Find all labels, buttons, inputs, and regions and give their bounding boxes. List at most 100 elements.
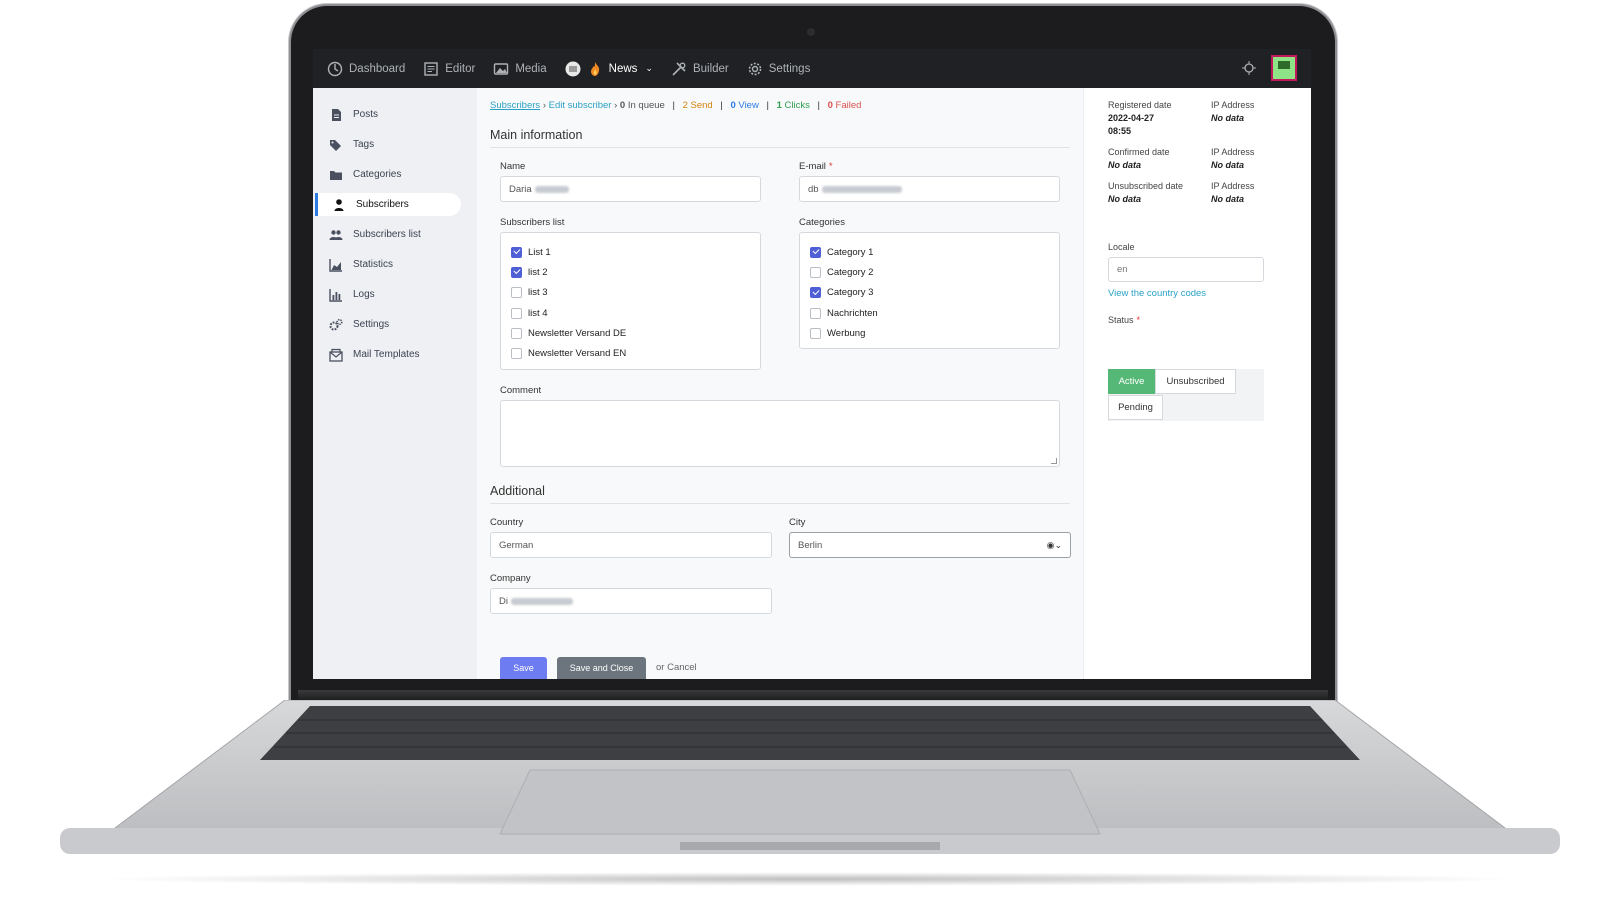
company-field[interactable]: Di <box>490 588 772 614</box>
subscribers-list-option[interactable]: list 3 <box>511 283 750 303</box>
checkbox[interactable] <box>810 287 821 299</box>
sidebar-item-posts[interactable]: Posts <box>315 103 461 126</box>
sidebar-item-subscribers-list[interactable]: Subscribers list <box>315 223 461 246</box>
category-option[interactable]: Werbung <box>810 323 1049 343</box>
location-dropdown-icon[interactable]: ◉⌄ <box>1047 540 1062 551</box>
subscribers-list-option[interactable]: List 1 <box>511 242 750 262</box>
sidebar-item-label: Subscribers <box>356 199 409 210</box>
sidebar-item-logs[interactable]: Logs <box>315 283 461 306</box>
city-field[interactable]: Berlin ◉⌄ <box>789 532 1071 558</box>
status-active-button[interactable]: Active <box>1108 369 1155 394</box>
email-label-text: E-mail <box>799 161 826 172</box>
nav-builder[interactable]: Builder <box>671 61 729 77</box>
country-label: Country <box>490 517 524 528</box>
sidebar-item-label: Mail Templates <box>353 349 420 360</box>
subscribers-list-label: Subscribers list <box>500 217 565 228</box>
category-option[interactable]: Category 2 <box>810 262 1049 282</box>
crosshair-icon[interactable] <box>1241 60 1257 76</box>
document-icon <box>329 108 343 122</box>
country-field[interactable]: German <box>490 532 772 558</box>
camera <box>807 28 815 36</box>
additional-title: Additional <box>490 484 1070 504</box>
checkbox[interactable] <box>810 307 821 319</box>
country-codes-link[interactable]: View the country codes <box>1108 288 1206 299</box>
nav-dashboard[interactable]: Dashboard <box>327 61 405 77</box>
sidebar-item-settings[interactable]: Settings <box>315 313 461 336</box>
laptop-base <box>60 700 1560 872</box>
checkbox[interactable] <box>810 266 821 278</box>
cancel-link[interactable]: or Cancel <box>656 662 697 673</box>
sidebar-item-subscribers[interactable]: Subscribers <box>315 193 461 216</box>
city-value: Berlin <box>798 539 823 551</box>
registered-ip: IP Address No data <box>1211 99 1254 125</box>
checkbox[interactable] <box>810 327 821 339</box>
ip-value: No data <box>1211 113 1245 123</box>
sidebar-item-label: Posts <box>353 109 379 120</box>
subscribers-list-option[interactable]: Newsletter Versand EN <box>511 343 750 363</box>
avatar[interactable] <box>1271 55 1297 81</box>
confirmed-date-value: No data <box>1108 160 1142 170</box>
email-label: E-mail * <box>799 161 833 172</box>
in-queue-label: In queue <box>627 100 665 111</box>
stat-divider: | <box>672 100 675 111</box>
fire-icon <box>587 61 603 77</box>
nav-media[interactable]: Media <box>493 61 547 77</box>
status-unsubscribed-button[interactable]: Unsubscribed <box>1155 369 1236 394</box>
checkbox[interactable] <box>511 348 522 360</box>
category-option[interactable]: Nachrichten <box>810 303 1049 323</box>
category-option[interactable]: Category 1 <box>810 242 1049 262</box>
save-and-close-button[interactable]: Save and Close <box>557 657 646 679</box>
country-value: German <box>499 539 534 551</box>
breadcrumb-subscribers-link[interactable]: Subscribers <box>490 100 540 111</box>
option-label: Category 1 <box>827 246 874 258</box>
email-field[interactable]: db <box>799 176 1060 202</box>
option-label: list 3 <box>528 287 548 299</box>
ip-label: IP Address <box>1211 100 1255 110</box>
comment-textarea[interactable] <box>500 400 1060 467</box>
registered-date: Registered date 2022-04-27 08:55 <box>1108 99 1178 138</box>
name-field[interactable]: Daria <box>500 176 761 202</box>
sidebar-item-mail-templates[interactable]: Mail Templates <box>315 343 461 366</box>
nav-settings-label: Settings <box>768 62 811 75</box>
subscribers-list-option[interactable]: list 4 <box>511 303 750 323</box>
laptop-shadow <box>90 872 1530 886</box>
stat-divider: | <box>720 100 723 111</box>
ip-label: IP Address <box>1211 147 1255 157</box>
locale-input[interactable] <box>1108 257 1264 282</box>
subscribers-list-box: List 1 list 2 list 3 list 4 Newsletter V… <box>500 232 761 370</box>
nav-editor[interactable]: Editor <box>423 61 475 77</box>
subscribers-list-option[interactable]: Newsletter Versand DE <box>511 323 750 343</box>
breadcrumb-current[interactable]: Edit subscriber <box>549 100 612 111</box>
sidebar-item-statistics[interactable]: Statistics <box>315 253 461 276</box>
save-button[interactable]: Save <box>500 657 547 679</box>
checkbox[interactable] <box>511 266 522 278</box>
nav-builder-label: Builder <box>692 62 729 75</box>
nav-settings[interactable]: Settings <box>747 61 811 77</box>
option-label: Newsletter Versand DE <box>528 327 627 339</box>
status-pending-button[interactable]: Pending <box>1108 395 1163 420</box>
resize-handle[interactable] <box>1051 458 1057 464</box>
option-label: Newsletter Versand EN <box>528 348 627 360</box>
ip-value: No data <box>1211 160 1245 170</box>
clicks-count: 1 <box>776 100 782 111</box>
redacted-text <box>821 185 902 193</box>
main-information-title: Main information <box>490 128 1070 148</box>
checkbox[interactable] <box>511 327 522 339</box>
sidebar-item-categories[interactable]: Categories <box>315 163 461 186</box>
option-label: list 2 <box>528 266 548 278</box>
checkbox[interactable] <box>511 307 522 319</box>
subscribers-list-option[interactable]: list 2 <box>511 262 750 282</box>
checkbox[interactable] <box>511 287 522 299</box>
city-label: City <box>789 517 806 528</box>
status-label: Status * <box>1108 314 1140 327</box>
nav-editor-label: Editor <box>445 62 476 75</box>
checkbox[interactable] <box>810 246 821 258</box>
sidebar-item-tags[interactable]: Tags <box>315 133 461 156</box>
bar-chart-icon <box>329 288 343 302</box>
status-label-text: Status <box>1108 315 1134 325</box>
checkbox[interactable] <box>511 246 522 258</box>
category-option[interactable]: Category 3 <box>810 283 1049 303</box>
nav-news[interactable]: News ⌄ <box>565 61 653 77</box>
categories-box: Category 1 Category 2 Category 3 Nachric… <box>799 232 1060 349</box>
mail-template-icon <box>329 348 343 362</box>
